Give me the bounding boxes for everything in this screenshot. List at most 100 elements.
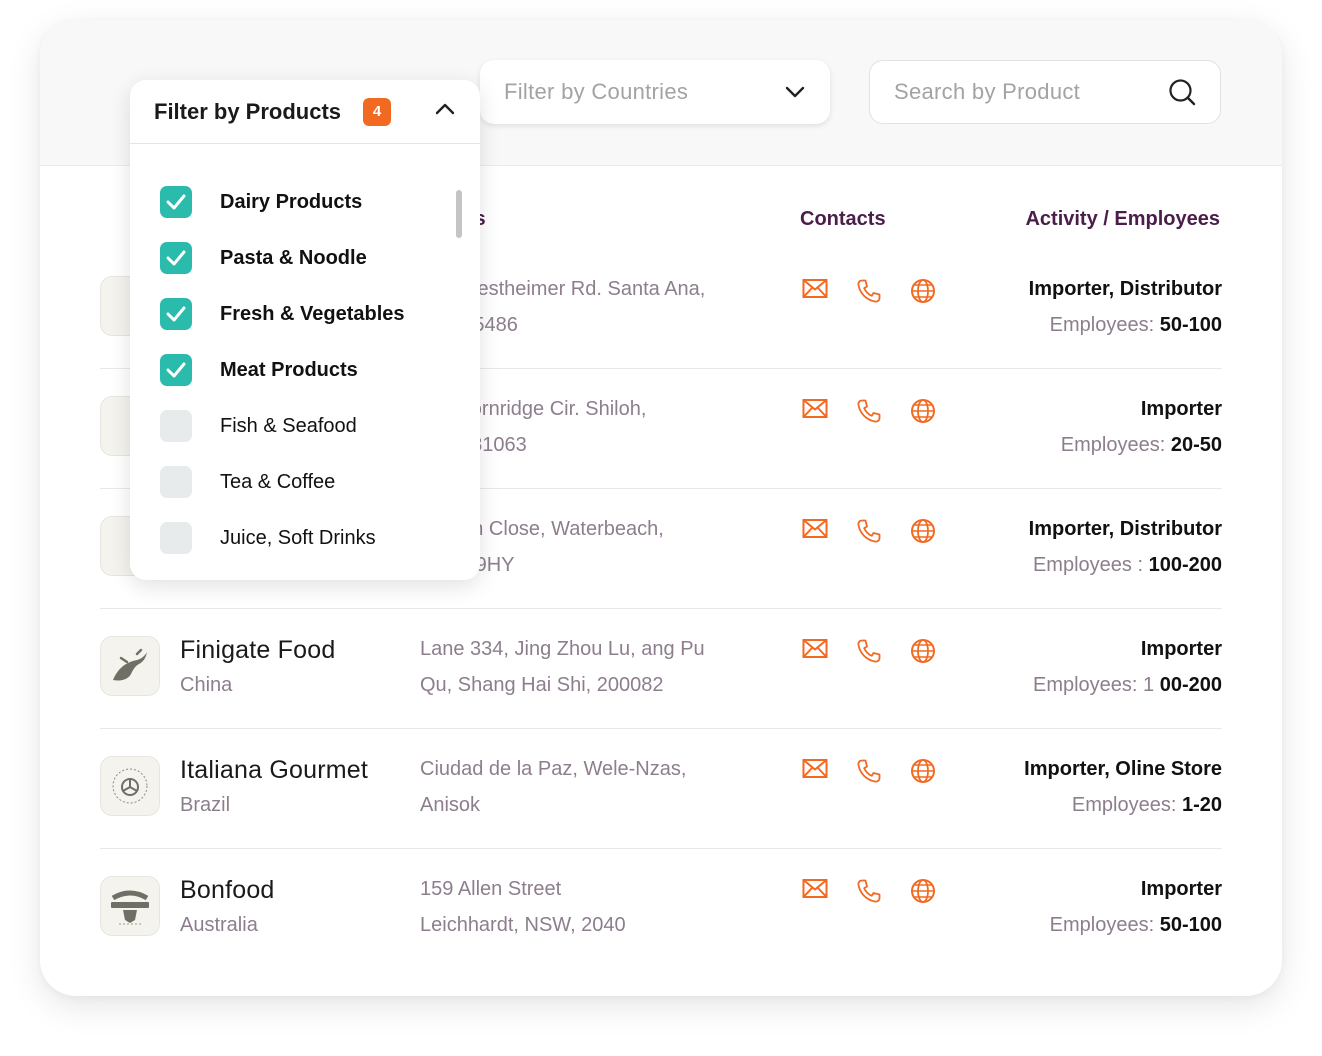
- globe-icon[interactable]: [910, 278, 936, 304]
- company-name[interactable]: Bonfood: [180, 876, 275, 905]
- mail-icon[interactable]: [802, 518, 828, 540]
- phone-icon[interactable]: [856, 398, 882, 424]
- product-option[interactable]: Juice, Soft Drinks: [160, 522, 376, 554]
- employees-count: Employees: 1 00-200: [1033, 674, 1222, 697]
- globe-icon[interactable]: [910, 758, 936, 784]
- countries-placeholder: Filter by Countries: [504, 79, 689, 104]
- company-name[interactable]: Italiana Gourmet: [180, 756, 368, 785]
- product-option-label: Fish & Seafood: [220, 414, 357, 437]
- search-placeholder: Search by Product: [894, 79, 1081, 104]
- chevron-up-icon: [434, 102, 456, 121]
- table-row[interactable]: Bonfood Australia 159 Allen Street Leichhar…: [100, 848, 1222, 968]
- mail-icon[interactable]: [802, 398, 828, 420]
- product-option-label: Juice, Soft Drinks: [220, 526, 376, 549]
- address-line-1: 159 Allen Street: [420, 878, 562, 900]
- address-line-1: Lane 334, Jing Zhou Lu, ang Pu: [420, 638, 705, 660]
- selected-count-badge: 4: [363, 97, 392, 126]
- globe-icon[interactable]: [910, 518, 936, 544]
- employees-count: Employees : 100-200: [1033, 554, 1222, 577]
- product-option-label: Pasta & Noodle: [220, 246, 367, 269]
- importers-card: Filter by Countries Search by Product dd…: [40, 20, 1282, 996]
- employees-value: 100-200: [1148, 554, 1222, 576]
- company-country: Australia: [180, 914, 258, 936]
- phone-icon[interactable]: [856, 758, 882, 784]
- chevron-down-icon: [784, 85, 806, 99]
- mail-icon[interactable]: [802, 878, 828, 900]
- activity-type: Importer, Distributor: [1028, 518, 1222, 540]
- address-line-1: Ciudad de la Paz, Wele-Nzas,: [420, 758, 687, 780]
- employees-count: Employees: 50-100: [1050, 914, 1222, 937]
- globe-icon[interactable]: [910, 398, 936, 424]
- table-row[interactable]: Italiana Gourmet Brazil Ciudad de la Paz, …: [100, 728, 1222, 848]
- check-icon: [166, 194, 186, 210]
- product-option[interactable]: Meat Products: [160, 354, 358, 386]
- check-icon: [166, 362, 186, 378]
- row-divider: [100, 608, 1222, 609]
- contact-icons: [802, 638, 936, 664]
- mail-icon[interactable]: [802, 758, 828, 780]
- employees-value: 00-200: [1159, 674, 1222, 696]
- employees-label: Employees:: [1060, 434, 1166, 456]
- employees-label: Employees:: [1049, 314, 1155, 336]
- product-checkbox[interactable]: [160, 410, 192, 442]
- contact-icons: [802, 518, 936, 544]
- product-option-label: Fresh & Vegetables: [220, 302, 405, 325]
- table-row[interactable]: Finigate Food China Lane 334, Jing Zhou Lu…: [100, 608, 1222, 728]
- column-header-contacts: Contacts: [800, 208, 886, 230]
- product-option[interactable]: Fish & Seafood: [160, 410, 357, 442]
- filter-by-products-dropdown: Filter by Products 4 Dairy Products Pasta…: [130, 80, 480, 580]
- product-checkbox[interactable]: [160, 354, 192, 386]
- company-logo: [100, 756, 160, 816]
- globe-icon[interactable]: [910, 638, 936, 664]
- product-checkbox[interactable]: [160, 298, 192, 330]
- phone-icon[interactable]: [856, 278, 882, 304]
- employees-count: Employees: 50-100: [1050, 314, 1222, 337]
- company-logo: [100, 636, 160, 696]
- product-checkbox[interactable]: [160, 186, 192, 218]
- globe-icon[interactable]: [910, 878, 936, 904]
- company-logo: [100, 876, 160, 936]
- product-option[interactable]: Fresh & Vegetables: [160, 298, 405, 330]
- product-option[interactable]: Dairy Products: [160, 186, 362, 218]
- employees-value: 20-50: [1170, 434, 1222, 456]
- address-line-2: Anisok: [420, 794, 481, 816]
- employees-label: Employees: 1: [1032, 674, 1155, 696]
- employees-count: Employees: 1-20: [1072, 794, 1222, 817]
- company-name[interactable]: Finigate Food: [180, 636, 335, 665]
- mail-icon[interactable]: [802, 278, 828, 300]
- check-icon: [166, 250, 186, 266]
- phone-icon[interactable]: [856, 878, 882, 904]
- search-icon[interactable]: [1168, 78, 1196, 106]
- product-checkbox[interactable]: [160, 522, 192, 554]
- contact-icons: [802, 278, 936, 304]
- address-line-2: Leichhardt, NSW, 2040: [420, 914, 626, 936]
- contact-icons: [802, 758, 936, 784]
- product-checkbox[interactable]: [160, 466, 192, 498]
- column-header-activity: Activity / Employees: [1025, 208, 1220, 230]
- dropdown-scrollbar[interactable]: [456, 190, 462, 238]
- filter-by-countries-dropdown[interactable]: Filter by Countries: [480, 60, 830, 124]
- address-line-2: Qu, Shang Hai Shi, 200082: [420, 674, 664, 696]
- row-divider: [100, 728, 1222, 729]
- activity-type: Importer, Distributor: [1028, 278, 1222, 300]
- mail-icon[interactable]: [802, 638, 828, 660]
- filter-by-products-toggle[interactable]: Filter by Products 4: [130, 80, 480, 144]
- employees-value: 50-100: [1159, 314, 1222, 336]
- product-option[interactable]: Tea & Coffee: [160, 466, 335, 498]
- company-country: China: [180, 674, 233, 696]
- contact-icons: [802, 878, 936, 904]
- company-country: Brazil: [180, 794, 231, 816]
- row-divider: [100, 848, 1222, 849]
- product-option-label: Dairy Products: [220, 190, 363, 213]
- employees-value: 1-20: [1181, 794, 1222, 816]
- phone-icon[interactable]: [856, 518, 882, 544]
- search-by-product-input[interactable]: Search by Product: [869, 60, 1221, 124]
- contact-icons: [802, 398, 936, 424]
- product-checkbox[interactable]: [160, 242, 192, 274]
- phone-icon[interactable]: [856, 638, 882, 664]
- activity-type: Importer, Oline Store: [1024, 758, 1222, 780]
- activity-type: Importer: [1140, 878, 1222, 900]
- product-option[interactable]: Pasta & Noodle: [160, 242, 367, 274]
- product-option-label: Tea & Coffee: [220, 470, 336, 493]
- activity-type: Importer: [1140, 638, 1222, 660]
